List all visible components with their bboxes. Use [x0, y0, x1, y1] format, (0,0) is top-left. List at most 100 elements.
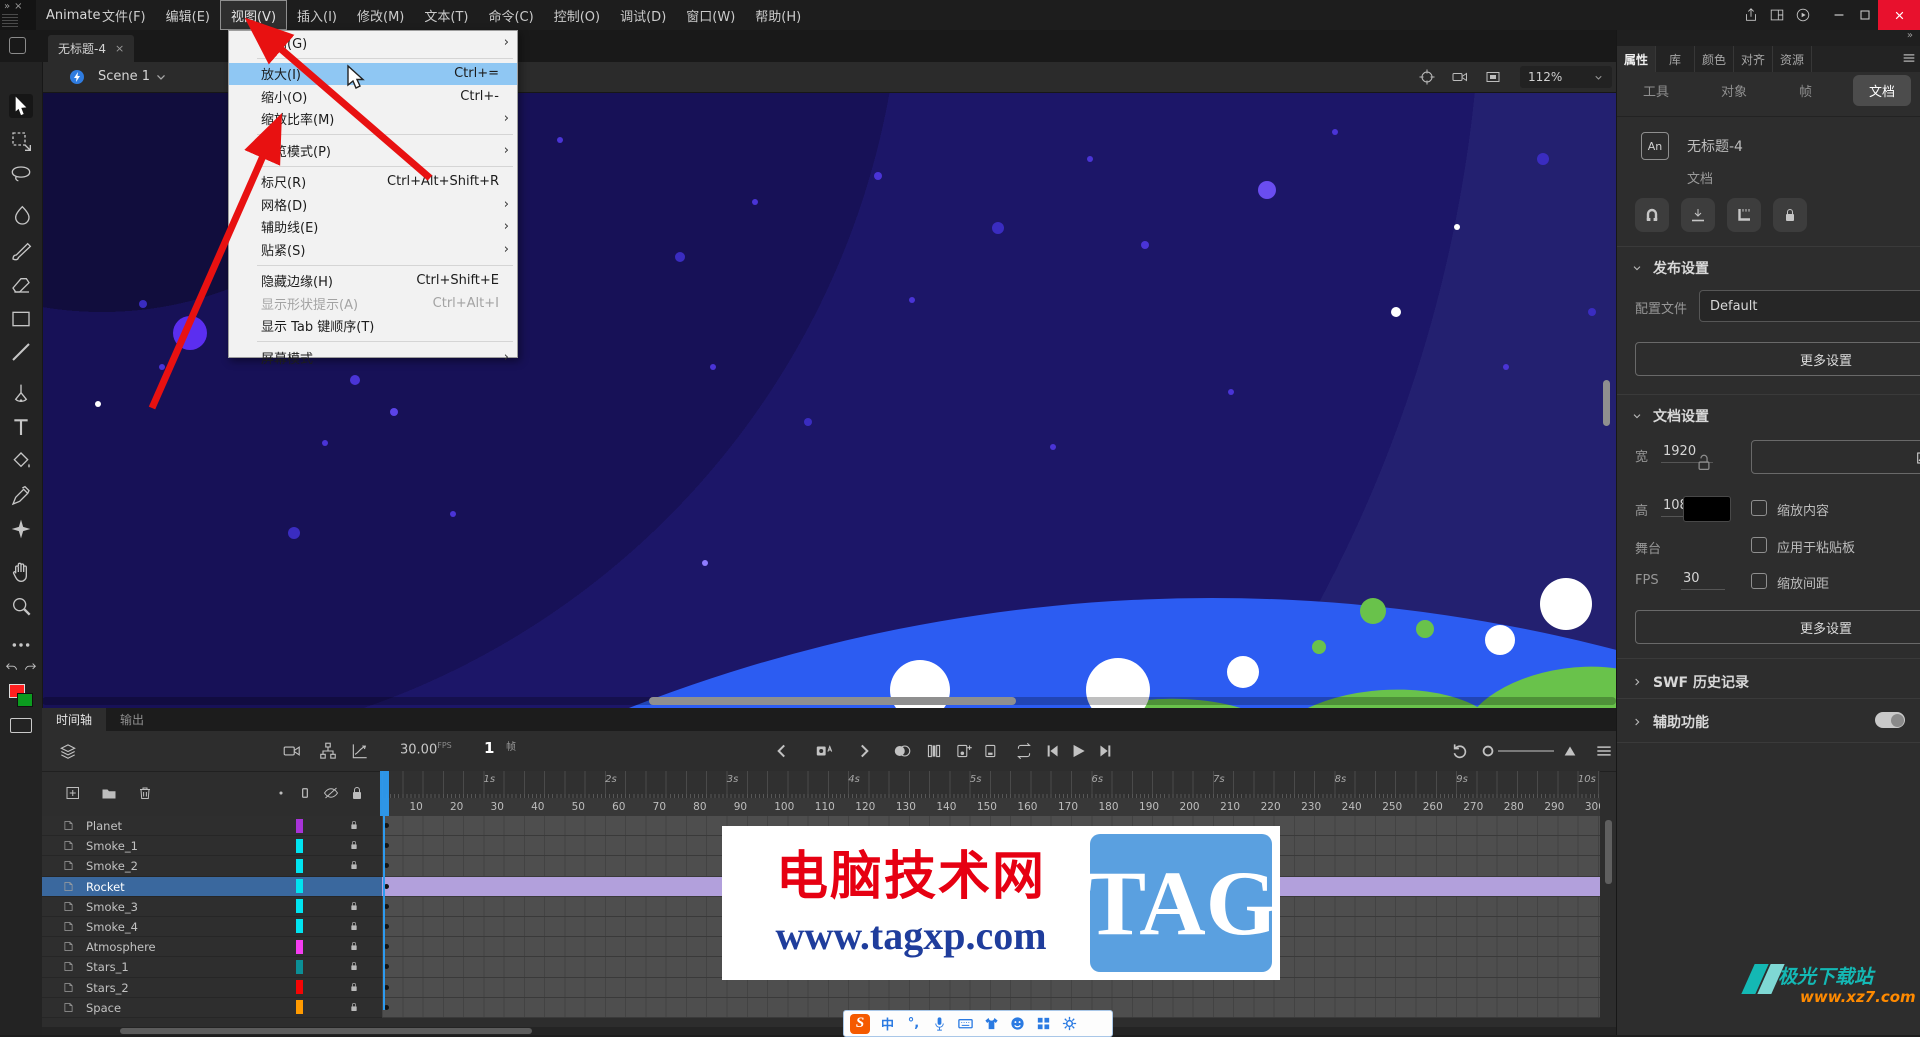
- current-frame-value[interactable]: 1: [484, 739, 494, 757]
- layers-stack-icon[interactable]: [58, 741, 78, 761]
- layer-lock-icon[interactable]: [348, 920, 360, 932]
- previous-keyframe-icon[interactable]: [772, 741, 792, 761]
- link-dimensions-icon[interactable]: [1693, 434, 1715, 490]
- line-tool[interactable]: [9, 340, 33, 364]
- layer-row-Smoke_4[interactable]: Smoke_4: [42, 916, 382, 938]
- maximize-button[interactable]: [1852, 0, 1878, 30]
- layer-lock-icon[interactable]: [348, 981, 360, 993]
- graph-editor-icon[interactable]: [350, 741, 370, 761]
- layer-lock-icon[interactable]: [348, 900, 360, 912]
- swf-history-header[interactable]: SWF 历史记录: [1631, 672, 1749, 692]
- panel-tab-属性[interactable]: 属性: [1617, 46, 1656, 72]
- stage-horizontal-scrollbar[interactable]: [42, 697, 1616, 705]
- subtab-对象[interactable]: 对象: [1721, 81, 1747, 100]
- view-menu-item-屏幕模式[interactable]: 屏幕模式 ›: [229, 346, 517, 369]
- menubar-item-控制O[interactable]: 控制(O): [544, 0, 610, 30]
- menubar-item-视图V[interactable]: 视图(V): [219, 0, 288, 30]
- quick-share-button[interactable]: [1790, 0, 1816, 30]
- frames-row-Stars_2[interactable]: [382, 977, 1600, 998]
- menubar-item-命令C[interactable]: 命令(C): [478, 0, 543, 30]
- rectangle-tool[interactable]: [9, 307, 33, 331]
- timeline-ruler[interactable]: 10 20 30 40 50 60 70 80 90 100 110 120 130 140 150 160 1…: [382, 771, 1600, 816]
- eraser-tool[interactable]: [9, 272, 33, 296]
- panel-tab-颜色[interactable]: 颜色: [1695, 46, 1734, 72]
- timeline-camera-icon[interactable]: [282, 741, 302, 761]
- stage-color-swatch[interactable]: [1683, 496, 1731, 522]
- panel-menu-icon[interactable]: [1901, 50, 1917, 66]
- step-forward-icon[interactable]: [1096, 741, 1116, 761]
- visibility-column-icon[interactable]: [322, 784, 340, 802]
- layer-row-Stars_2[interactable]: Stars_2: [42, 977, 382, 998]
- scrollbar-thumb[interactable]: [649, 697, 1016, 705]
- layer-row-Planet[interactable]: Planet: [42, 816, 382, 837]
- accessibility-toggle[interactable]: [1875, 712, 1905, 728]
- lock-column-icon[interactable]: [348, 784, 366, 802]
- tab-timeline[interactable]: 时间轴: [42, 708, 107, 731]
- menubar-item-窗口W[interactable]: 窗口(W): [676, 0, 745, 30]
- fps-display[interactable]: 30.00FPS: [400, 741, 452, 757]
- zoom-tool[interactable]: [9, 594, 33, 618]
- panel-tab-库[interactable]: 库: [1656, 46, 1695, 72]
- view-menu-item-隐藏边缘H[interactable]: 隐藏边缘(H) Ctrl+Shift+E: [229, 270, 517, 293]
- document-settings-header[interactable]: 文档设置: [1631, 406, 1709, 426]
- insert-keyframe-icon[interactable]: [954, 741, 974, 761]
- frame-size-slider[interactable]: [1498, 750, 1554, 752]
- chinese-mode-icon[interactable]: 中: [879, 1015, 896, 1033]
- panel-tab-对齐[interactable]: 对齐: [1734, 46, 1773, 72]
- view-menu-item-贴紧S[interactable]: 贴紧(S) ›: [229, 238, 517, 261]
- scale-spans-checkbox[interactable]: [1751, 573, 1767, 589]
- next-keyframe-icon[interactable]: [854, 741, 874, 761]
- magnet-button[interactable]: [1635, 198, 1669, 232]
- eyedropper-tool[interactable]: [9, 484, 33, 508]
- outline-column-icon[interactable]: [298, 784, 312, 802]
- undo-tool[interactable]: [4, 660, 20, 676]
- workspace-button[interactable]: [1764, 0, 1790, 30]
- layer-hierarchy-icon[interactable]: [318, 741, 338, 761]
- ime-toolbar[interactable]: S 中 °,: [843, 1010, 1113, 1037]
- clip-content-icon[interactable]: [1484, 68, 1502, 86]
- expand-panel-icon[interactable]: »: [4, 1, 14, 12]
- layer-row-Smoke_1[interactable]: Smoke_1: [42, 836, 382, 857]
- center-stage-icon[interactable]: [1418, 68, 1436, 86]
- view-menu-item-放大I[interactable]: 放大(I) Ctrl+=: [229, 62, 517, 85]
- redo-tool[interactable]: [22, 660, 38, 676]
- match-content-button[interactable]: 匹配内容: [1751, 440, 1920, 474]
- layer-color-swatch[interactable]: [296, 980, 303, 994]
- classic-brush-tool[interactable]: [9, 239, 33, 263]
- layer-row-Stars_1[interactable]: Stars_1: [42, 957, 382, 978]
- skin-icon[interactable]: [983, 1015, 1000, 1032]
- menubar-item-调试D[interactable]: 调试(D): [610, 0, 676, 30]
- layer-row-Atmosphere[interactable]: Atmosphere: [42, 937, 382, 958]
- delete-layer-icon[interactable]: [136, 784, 154, 802]
- panel-tab-资源[interactable]: 资源: [1773, 46, 1812, 72]
- menubar-item-修改M[interactable]: 修改(M): [347, 0, 414, 30]
- publish-more-settings-button[interactable]: 更多设置: [1635, 342, 1920, 376]
- camera-icon[interactable]: [1451, 68, 1469, 86]
- layer-row-Space[interactable]: Space: [42, 997, 382, 1018]
- layer-lock-icon[interactable]: [348, 819, 360, 831]
- microphone-icon[interactable]: [931, 1015, 948, 1032]
- layer-row-Rocket[interactable]: Rocket: [42, 876, 382, 897]
- lasso-tool[interactable]: [9, 163, 33, 187]
- tab-output[interactable]: 输出: [106, 708, 158, 731]
- fluid-brush-tool[interactable]: [9, 204, 33, 228]
- profile-select[interactable]: Default: [1699, 290, 1920, 322]
- frame-view-icon[interactable]: [1562, 743, 1578, 759]
- scrollbar-thumb[interactable]: [120, 1028, 532, 1034]
- view-menu-item-标尺R[interactable]: 标尺(R) Ctrl+Alt+Shift+R: [229, 171, 517, 194]
- close-window-button[interactable]: [1878, 0, 1920, 30]
- sogou-logo-icon[interactable]: S: [850, 1013, 870, 1034]
- lock-button[interactable]: [1773, 198, 1807, 232]
- fps-field[interactable]: 30: [1681, 571, 1725, 590]
- object-drawing-toggle[interactable]: [10, 718, 32, 733]
- layer-color-swatch[interactable]: [296, 919, 303, 934]
- menubar-item-文件F[interactable]: 文件(F): [92, 0, 156, 30]
- timeline-menu-icon[interactable]: [1594, 741, 1614, 761]
- emoji-icon[interactable]: [1009, 1015, 1026, 1032]
- scene-breadcrumb[interactable]: Scene 1: [98, 69, 150, 84]
- view-menu-item-转到G[interactable]: 转到(G) ›: [229, 31, 517, 54]
- timeline-vertical-scrollbar[interactable]: [1605, 820, 1612, 884]
- collapsed-panel-chip[interactable]: »×: [0, 0, 36, 30]
- asset-warp-tool[interactable]: [9, 517, 33, 541]
- share-button[interactable]: [1738, 0, 1764, 30]
